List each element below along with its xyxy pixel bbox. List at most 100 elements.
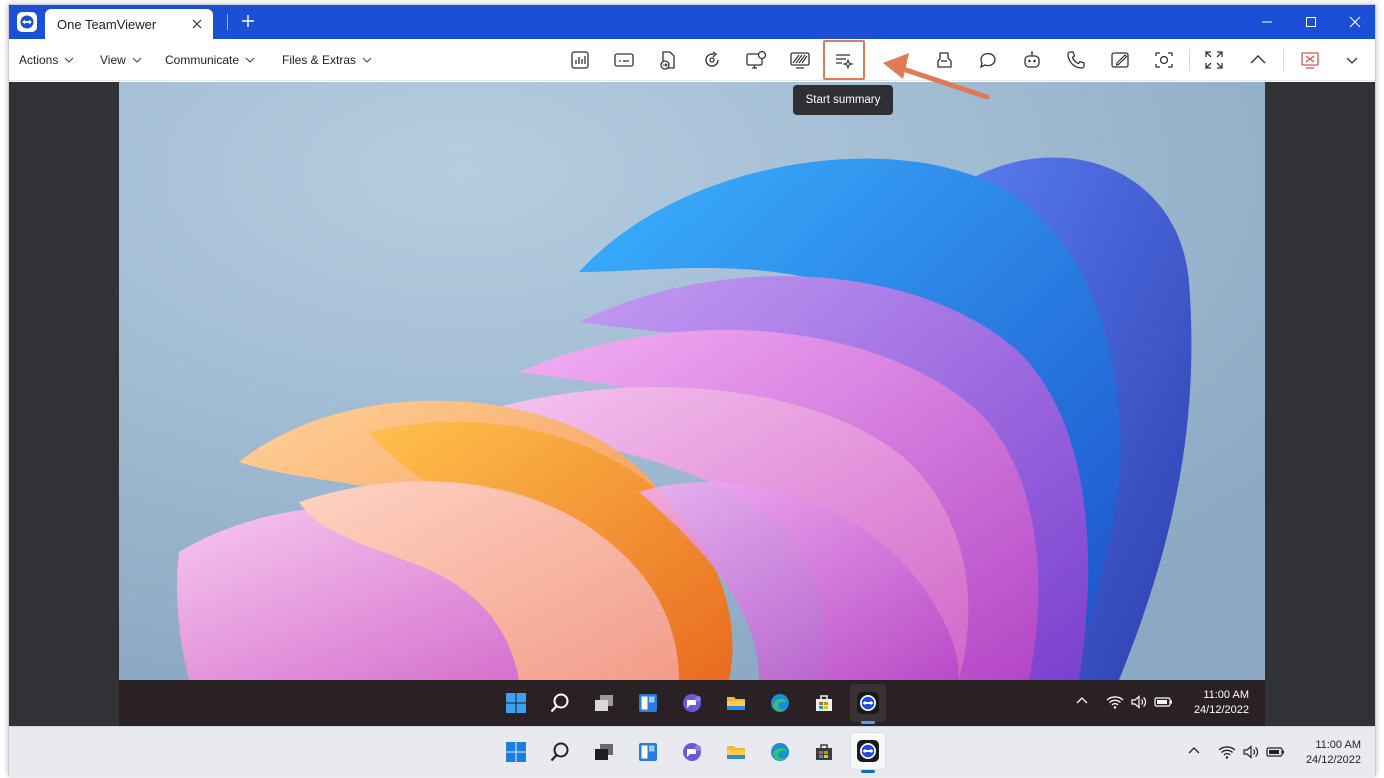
file-transfer-icon bbox=[660, 51, 675, 70]
whiteboard-button[interactable] bbox=[1104, 44, 1136, 76]
new-tab-button[interactable] bbox=[237, 10, 259, 32]
local-taskbar: 11:00 AM 24/12/2022 bbox=[9, 726, 1375, 777]
chevron-down-icon bbox=[132, 57, 142, 63]
screenshot-button[interactable] bbox=[1148, 44, 1180, 76]
session-toolbar: Actions View Communicate Files & Extras bbox=[9, 39, 1375, 81]
tab-divider bbox=[227, 14, 228, 30]
menu-files-extras-label: Files & Extras bbox=[282, 53, 357, 67]
local-time: 11:00 AM bbox=[1315, 739, 1361, 751]
teamviewer-taskbar-icon[interactable] bbox=[855, 690, 881, 716]
menu-view[interactable]: View bbox=[100, 39, 142, 81]
remote-screen[interactable]: 11:00 AM 24/12/2022 bbox=[119, 82, 1265, 726]
minimize-icon bbox=[1262, 21, 1272, 23]
local-clock[interactable]: 11:00 AM 24/12/2022 bbox=[1291, 738, 1361, 768]
collapse-toolbar-button[interactable] bbox=[1242, 44, 1274, 76]
maximize-button[interactable] bbox=[1289, 5, 1333, 39]
close-icon[interactable] bbox=[189, 16, 205, 32]
keyboard-icon bbox=[614, 53, 634, 67]
tab-one-teamviewer[interactable]: One TeamViewer bbox=[45, 9, 213, 39]
file-transfer-button[interactable] bbox=[652, 44, 684, 76]
remote-desktop-area[interactable]: 11:00 AM 24/12/2022 bbox=[9, 82, 1375, 726]
tab-title: One TeamViewer bbox=[57, 16, 157, 32]
widgets-icon[interactable] bbox=[635, 739, 661, 765]
fullscreen-icon bbox=[1205, 51, 1223, 69]
call-button[interactable] bbox=[1060, 44, 1092, 76]
task-view-icon[interactable] bbox=[591, 690, 617, 716]
local-date: 24/12/2022 bbox=[1305, 754, 1361, 766]
close-window-button[interactable] bbox=[1333, 5, 1377, 39]
remote-date: 24/12/2022 bbox=[1193, 704, 1249, 716]
menu-files-extras[interactable]: Files & Extras bbox=[282, 39, 372, 81]
assistant-bot-button[interactable] bbox=[1016, 44, 1048, 76]
whiteboard-pen-icon bbox=[1111, 52, 1129, 68]
tray-chevron[interactable] bbox=[1075, 694, 1089, 708]
chevron-up-icon bbox=[1250, 55, 1266, 64]
menu-communicate[interactable]: Communicate bbox=[165, 39, 255, 81]
volume-icon[interactable] bbox=[1242, 744, 1260, 760]
start-summary-button[interactable] bbox=[823, 40, 865, 80]
wifi-icon[interactable] bbox=[1106, 694, 1124, 710]
file-explorer-icon[interactable] bbox=[723, 690, 749, 716]
battery-icon[interactable] bbox=[1266, 745, 1286, 759]
remote-refresh-button[interactable] bbox=[696, 44, 728, 76]
title-bar: One TeamViewer bbox=[9, 5, 1375, 39]
black-screen-icon bbox=[790, 52, 810, 69]
plus-icon bbox=[242, 15, 254, 27]
phone-icon bbox=[1067, 51, 1085, 69]
remote-keyboard-button[interactable] bbox=[608, 44, 640, 76]
maximize-icon bbox=[1306, 17, 1316, 27]
black-screen-button[interactable] bbox=[784, 44, 816, 76]
annotation-arrow-icon bbox=[883, 53, 990, 100]
teams-chat-icon[interactable] bbox=[679, 690, 705, 716]
teams-chat-icon[interactable] bbox=[679, 739, 705, 765]
screen-share-button[interactable] bbox=[740, 44, 772, 76]
chevron-up-icon bbox=[1188, 747, 1200, 754]
teamviewer-window: One TeamViewer Actions View Communicate … bbox=[8, 4, 1376, 777]
windows-bloom-wallpaper bbox=[119, 82, 1265, 680]
teamviewer-taskbar-icon[interactable] bbox=[855, 738, 881, 764]
search-icon[interactable] bbox=[547, 739, 573, 765]
windows-start-icon[interactable] bbox=[503, 690, 529, 716]
volume-icon[interactable] bbox=[1130, 694, 1148, 710]
widgets-icon[interactable] bbox=[635, 690, 661, 716]
store-icon[interactable] bbox=[811, 690, 837, 716]
chevron-down-icon bbox=[362, 57, 372, 63]
remote-clock[interactable]: 11:00 AM 24/12/2022 bbox=[1179, 688, 1249, 718]
active-indicator bbox=[861, 721, 875, 724]
windows-start-icon[interactable] bbox=[503, 739, 529, 765]
search-icon[interactable] bbox=[547, 690, 573, 716]
camera-icon bbox=[1155, 52, 1173, 68]
chevron-up-icon bbox=[1076, 697, 1088, 704]
more-options-button[interactable] bbox=[1336, 44, 1368, 76]
close-icon bbox=[1349, 16, 1361, 28]
monitor-icon bbox=[746, 50, 767, 69]
menu-communicate-label: Communicate bbox=[165, 53, 240, 67]
task-view-icon[interactable] bbox=[591, 739, 617, 765]
menu-actions[interactable]: Actions bbox=[19, 39, 74, 81]
edge-browser-icon[interactable] bbox=[767, 739, 793, 765]
tray-chevron[interactable] bbox=[1187, 744, 1201, 758]
end-session-button[interactable] bbox=[1294, 44, 1326, 76]
fullscreen-button[interactable] bbox=[1198, 44, 1230, 76]
menu-view-label: View bbox=[100, 53, 126, 67]
minimize-button[interactable] bbox=[1245, 5, 1289, 39]
active-indicator bbox=[861, 770, 875, 773]
refresh-icon bbox=[705, 51, 719, 67]
chevron-down-icon bbox=[245, 57, 255, 63]
remote-taskbar: 11:00 AM 24/12/2022 bbox=[119, 680, 1265, 726]
remote-time: 11:00 AM bbox=[1203, 689, 1249, 701]
wifi-icon[interactable] bbox=[1218, 744, 1236, 760]
store-icon[interactable] bbox=[811, 739, 837, 765]
end-session-icon bbox=[1301, 52, 1319, 69]
toolbar-divider bbox=[1189, 49, 1190, 71]
bot-icon bbox=[1024, 51, 1040, 68]
battery-icon[interactable] bbox=[1154, 695, 1174, 709]
edge-browser-icon[interactable] bbox=[767, 690, 793, 716]
session-stats-button[interactable] bbox=[564, 44, 596, 76]
file-explorer-icon[interactable] bbox=[723, 739, 749, 765]
stats-icon bbox=[571, 51, 589, 69]
menu-actions-label: Actions bbox=[19, 53, 59, 67]
teamviewer-logo-icon bbox=[17, 12, 37, 32]
summary-sparkle-icon bbox=[836, 54, 854, 70]
toolbar-divider bbox=[1283, 49, 1284, 71]
